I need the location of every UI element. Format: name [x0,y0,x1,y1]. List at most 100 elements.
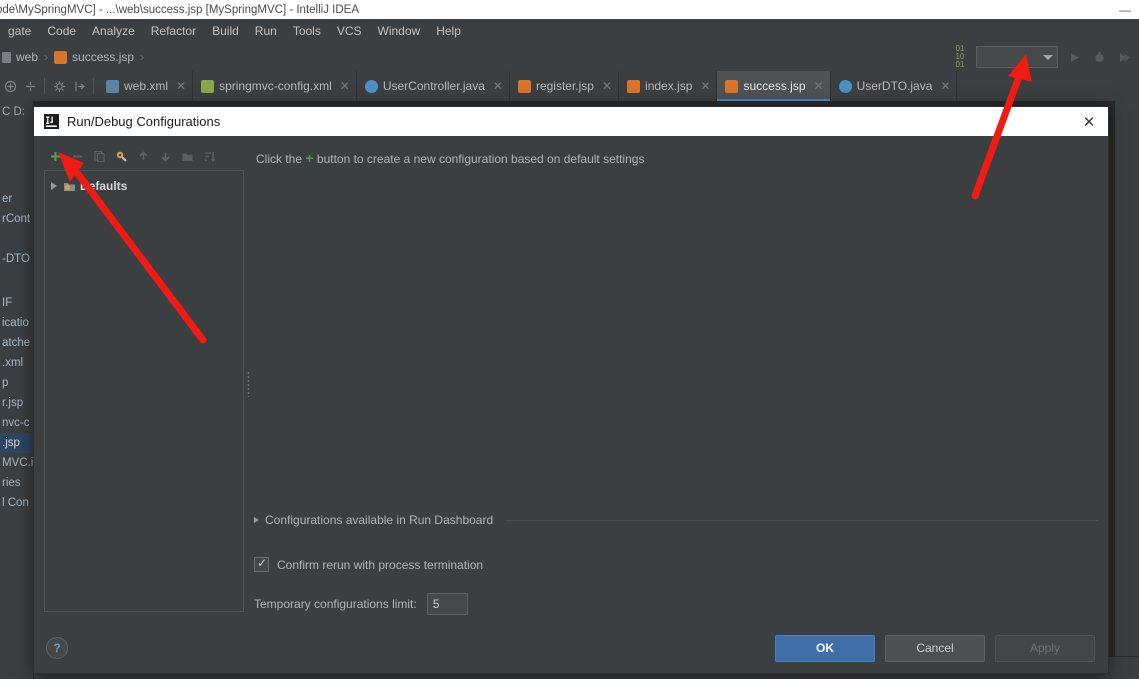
close-icon[interactable]: ✕ [493,79,503,93]
close-icon[interactable]: ✕ [176,79,186,93]
debug-icon[interactable] [1090,48,1108,66]
breadcrumb-separator-icon: › [44,50,49,64]
project-tree-row[interactable]: .xml [0,353,33,373]
dialog-title-bar: Run/Debug Configurations ✕ [34,107,1108,136]
close-icon[interactable]: ✕ [814,79,824,93]
remove-configuration-button[interactable] [68,147,86,165]
project-tree-row[interactable]: r.jsp [0,393,33,413]
edit-templates-button[interactable] [112,147,130,165]
chevron-right-icon[interactable] [254,517,259,523]
jsp-file-icon [725,79,739,93]
settings-gear-icon[interactable] [49,76,69,96]
menu-bar: gate Code Analyze Refactor Build Run Too… [0,19,1139,43]
java-class-icon [364,79,378,93]
project-tree-row[interactable]: atche [0,333,33,353]
editor-tab-register-jsp[interactable]: register.jsp ✕ [510,71,620,101]
editor-tab-usercontroller-java[interactable]: UserController.java ✕ [357,71,510,101]
copy-configuration-button[interactable] [90,147,108,165]
run-debug-configurations-dialog: Run/Debug Configurations ✕ Defaults Clic… [33,106,1109,674]
project-tree-row[interactable]: ries [0,473,33,493]
run-configuration-selector[interactable] [976,46,1058,68]
toolbar-divider-2 [93,78,94,94]
ok-button[interactable]: OK [775,634,875,662]
apply-button[interactable]: Apply [995,634,1095,662]
add-configuration-button[interactable] [46,147,64,165]
project-tree-row[interactable]: rCont [0,209,33,229]
move-up-button[interactable] [134,147,152,165]
editor-tab-label: register.jsp [535,79,594,93]
editor-tab-label: UserController.java [382,79,485,93]
close-icon[interactable]: ✕ [940,79,950,93]
dialog-footer: ? OK Cancel Apply [34,623,1108,673]
editor-tab-index-jsp[interactable]: index.jsp ✕ [619,71,718,101]
chevron-right-icon[interactable] [51,182,57,190]
breadcrumb-item-web[interactable]: web [16,50,38,64]
project-tree-row[interactable]: er [0,189,33,209]
menu-item-run[interactable]: Run [247,21,285,41]
menu-item-build[interactable]: Build [204,21,247,41]
confirm-rerun-checkbox[interactable]: ✓ [254,557,269,572]
editor-tab-web-xml[interactable]: web.xml ✕ [98,71,194,101]
run-with-coverage-icon[interactable] [1115,48,1133,66]
project-tree-row-selected[interactable]: .jsp [0,433,33,453]
menu-item-navigate[interactable]: gate [0,21,39,41]
configuration-details-pane: Click the + button to create a new confi… [253,144,1098,623]
splitter-handle-icon[interactable] [247,370,250,397]
sort-configurations-button[interactable] [200,147,218,165]
close-icon[interactable]: ✕ [602,79,612,93]
configurations-tree[interactable]: Defaults [44,170,244,612]
project-tree-row[interactable]: IF [0,293,33,313]
editor-tab-bar: web.xml ✕ springmvc-config.xml ✕ UserCon… [0,71,1139,102]
breadcrumb-item-success-jsp[interactable]: success.jsp [72,50,134,64]
spring-xml-icon [201,79,215,93]
close-icon[interactable]: ✕ [340,79,350,93]
project-tree-row[interactable]: nvc-c [0,413,33,433]
editor-tab-success-jsp[interactable]: success.jsp ✕ [717,71,831,101]
dialog-main: Defaults Click the + button to create a … [34,136,1108,623]
menu-item-refactor[interactable]: Refactor [143,21,204,41]
plus-icon: + [305,150,314,166]
java-class-icon [838,79,852,93]
editor-tab-springmvc-config-xml[interactable]: springmvc-config.xml ✕ [193,71,357,101]
menu-item-code[interactable]: Code [39,21,84,41]
menu-item-vcs[interactable]: VCS [329,21,370,41]
tree-node-defaults[interactable]: Defaults [45,176,243,196]
temp-limit-input[interactable]: 5 [426,593,468,615]
move-down-button[interactable] [156,147,174,165]
temp-limit-label: Temporary configurations limit: [254,597,417,611]
right-tool-strip [1114,101,1139,679]
hint-text-before: Click the [256,152,303,166]
collapse-all-icon[interactable] [20,76,40,96]
confirm-rerun-checkbox-row[interactable]: ✓ Confirm rerun with process termination [254,557,1098,572]
dialog-splitter[interactable] [244,144,253,623]
dialog-action-buttons: OK Cancel Apply [775,634,1095,662]
run-icon[interactable] [1065,48,1083,66]
section-rule [505,519,1098,521]
minimize-button[interactable]: — [1111,0,1139,19]
project-tree-row[interactable]: l Con [0,493,33,513]
menu-item-window[interactable]: Window [370,21,429,41]
menu-item-analyze[interactable]: Analyze [84,21,143,41]
dialog-title: Run/Debug Configurations [67,114,221,129]
toolbar-divider [44,78,45,94]
close-icon[interactable]: ✕ [1076,110,1102,134]
editor-tab-userdto-java[interactable]: UserDTO.java ✕ [831,71,958,101]
expand-all-icon[interactable] [0,76,20,96]
configurations-left-pane: Defaults [44,144,244,623]
project-tree-row[interactable]: -DTO [0,249,33,269]
project-tree-row[interactable]: p [0,373,33,393]
cancel-button[interactable]: Cancel [885,634,985,662]
hide-panel-icon[interactable] [69,76,89,96]
close-icon[interactable]: ✕ [700,79,710,93]
menu-item-tools[interactable]: Tools [285,21,329,41]
breadcrumb-separator-icon-2: › [140,50,145,64]
menu-item-help[interactable]: Help [428,21,469,41]
run-dashboard-section[interactable]: Configurations available in Run Dashboar… [254,513,1098,531]
project-tree-row[interactable]: icatio [0,313,33,333]
intellij-logo-icon [44,114,59,129]
project-tree-row[interactable]: MVC.i [0,453,33,473]
help-button[interactable]: ? [46,637,68,659]
hint-text-after: button to create a new configuration bas… [316,152,645,166]
new-folder-button[interactable] [178,147,196,165]
